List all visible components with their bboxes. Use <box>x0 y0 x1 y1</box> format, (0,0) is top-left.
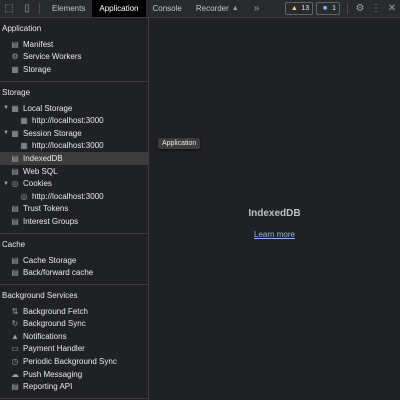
up-down-arrows-icon: ⇅ <box>11 306 19 316</box>
section-application: Application ▤ Manifest ⚙ Service Workers… <box>0 18 148 82</box>
section-cache: Cache ▤ Cache Storage ▤ Back/forward cac… <box>0 234 148 285</box>
cookie-icon: ◎ <box>20 191 28 201</box>
chevron-down-icon[interactable]: ▼ <box>2 105 10 111</box>
toolbar-divider <box>347 3 348 14</box>
sidebar-item-background-fetch[interactable]: ⇅ Background Fetch <box>0 305 148 318</box>
database-icon: ▦ <box>11 64 19 74</box>
section-storage: Storage ▼ ▦ Local Storage ▦ http://local… <box>0 82 148 234</box>
sidebar-item-session-storage[interactable]: ▼ ▦ Session Storage <box>0 127 148 140</box>
sidebar-item-reporting-api[interactable]: ▤ Reporting API <box>0 380 148 393</box>
database-icon: ▤ <box>11 204 19 214</box>
tab-application[interactable]: Application <box>92 0 146 17</box>
table-icon: ▦ <box>11 103 19 113</box>
bell-icon: ▲ <box>11 331 19 341</box>
tab-elements[interactable]: Elements <box>45 0 92 17</box>
sidebar-item-push-messaging[interactable]: ☁ Push Messaging <box>0 368 148 381</box>
sidebar-item-payment-handler[interactable]: ▭ Payment Handler <box>0 343 148 356</box>
messages-counter[interactable]: ■ 1 <box>316 2 340 15</box>
table-icon: ▦ <box>11 128 19 138</box>
section-title: Storage <box>2 87 31 97</box>
gear-icon: ⚙ <box>11 52 19 62</box>
cookie-icon: ◎ <box>11 179 19 189</box>
database-icon: ▤ <box>11 153 19 163</box>
toolbar-divider <box>39 3 40 14</box>
chevron-down-icon[interactable]: ▼ <box>2 130 10 136</box>
credit-card-icon: ▭ <box>11 344 19 354</box>
close-icon[interactable]: ✕ <box>384 3 400 14</box>
section-title: Background Services <box>2 290 78 300</box>
sidebar-item-session-storage-origin[interactable]: ▦ http://localhost:3000 <box>0 140 148 153</box>
sidebar-item-service-workers[interactable]: ⚙ Service Workers <box>0 51 148 64</box>
tab-recorder[interactable]: Recorder ▲ <box>189 0 246 17</box>
sidebar-item-notifications[interactable]: ▲ Notifications <box>0 330 148 343</box>
chevron-down-icon[interactable]: ▼ <box>2 181 10 187</box>
section-background-services: Background Services ⇅ Background Fetch ↻… <box>0 285 148 400</box>
clock-icon: ◷ <box>11 357 19 367</box>
sync-icon: ↻ <box>11 319 19 329</box>
sidebar-item-back-forward-cache[interactable]: ▤ Back/forward cache <box>0 266 148 279</box>
sidebar-item-websql[interactable]: ▤ Web SQL <box>0 165 148 178</box>
sidebar-item-cache-storage[interactable]: ▤ Cache Storage <box>0 254 148 267</box>
inspect-element-icon[interactable]: ⬚ <box>0 0 18 17</box>
message-icon: ■ <box>322 5 328 12</box>
sidebar-item-background-sync[interactable]: ↻ Background Sync <box>0 318 148 331</box>
tab-console[interactable]: Console <box>146 0 189 17</box>
section-title: Application <box>2 24 42 33</box>
database-icon: ▤ <box>11 216 19 226</box>
sidebar-item-indexeddb[interactable]: ▤ IndexedDB <box>0 152 148 165</box>
gear-icon[interactable]: ⚙ <box>352 3 368 14</box>
sidebar-item-storage[interactable]: ▦ Storage <box>0 63 148 76</box>
sidebar-item-periodic-background-sync[interactable]: ◷ Periodic Background Sync <box>0 355 148 368</box>
sidebar-item-manifest[interactable]: ▤ Manifest <box>0 38 148 51</box>
cloud-icon: ☁ <box>11 369 19 379</box>
panel-title: IndexedDB <box>248 208 301 219</box>
document-icon: ▤ <box>11 39 19 49</box>
sidebar-item-cookies[interactable]: ▼ ◎ Cookies <box>0 177 148 190</box>
sidebar-item-trust-tokens[interactable]: ▤ Trust Tokens <box>0 203 148 216</box>
sidebar-item-cookies-origin[interactable]: ◎ http://localhost:3000 <box>0 190 148 203</box>
warning-icon: ▲ <box>290 5 298 12</box>
section-title: Cache <box>2 239 26 249</box>
more-tabs-button[interactable]: » <box>246 3 268 14</box>
database-icon: ▤ <box>11 268 19 278</box>
learn-more-link[interactable]: Learn more <box>149 230 400 239</box>
sidebar-item-interest-groups[interactable]: ▤ Interest Groups <box>0 215 148 228</box>
table-icon: ▦ <box>20 116 28 126</box>
tooltip: Application <box>158 138 201 149</box>
table-icon: ▦ <box>20 141 28 151</box>
database-icon: ▤ <box>11 255 19 265</box>
flask-icon: ▲ <box>231 5 239 12</box>
database-icon: ▤ <box>11 166 19 176</box>
sidebar-item-local-storage-origin[interactable]: ▦ http://localhost:3000 <box>0 114 148 127</box>
document-icon: ▤ <box>11 382 19 392</box>
application-sidebar: Application ▤ Manifest ⚙ Service Workers… <box>0 18 149 400</box>
sidebar-item-local-storage[interactable]: ▼ ▦ Local Storage <box>0 102 148 115</box>
indexeddb-panel: IndexedDB Learn more <box>149 18 400 400</box>
warnings-counter[interactable]: ▲ 13 <box>285 2 314 15</box>
devtools-toolbar: ⬚ ▯ Elements Application Console Recorde… <box>0 0 400 18</box>
device-toolbar-icon[interactable]: ▯ <box>18 0 36 17</box>
kebab-menu-icon[interactable]: ⋮ <box>368 3 384 14</box>
